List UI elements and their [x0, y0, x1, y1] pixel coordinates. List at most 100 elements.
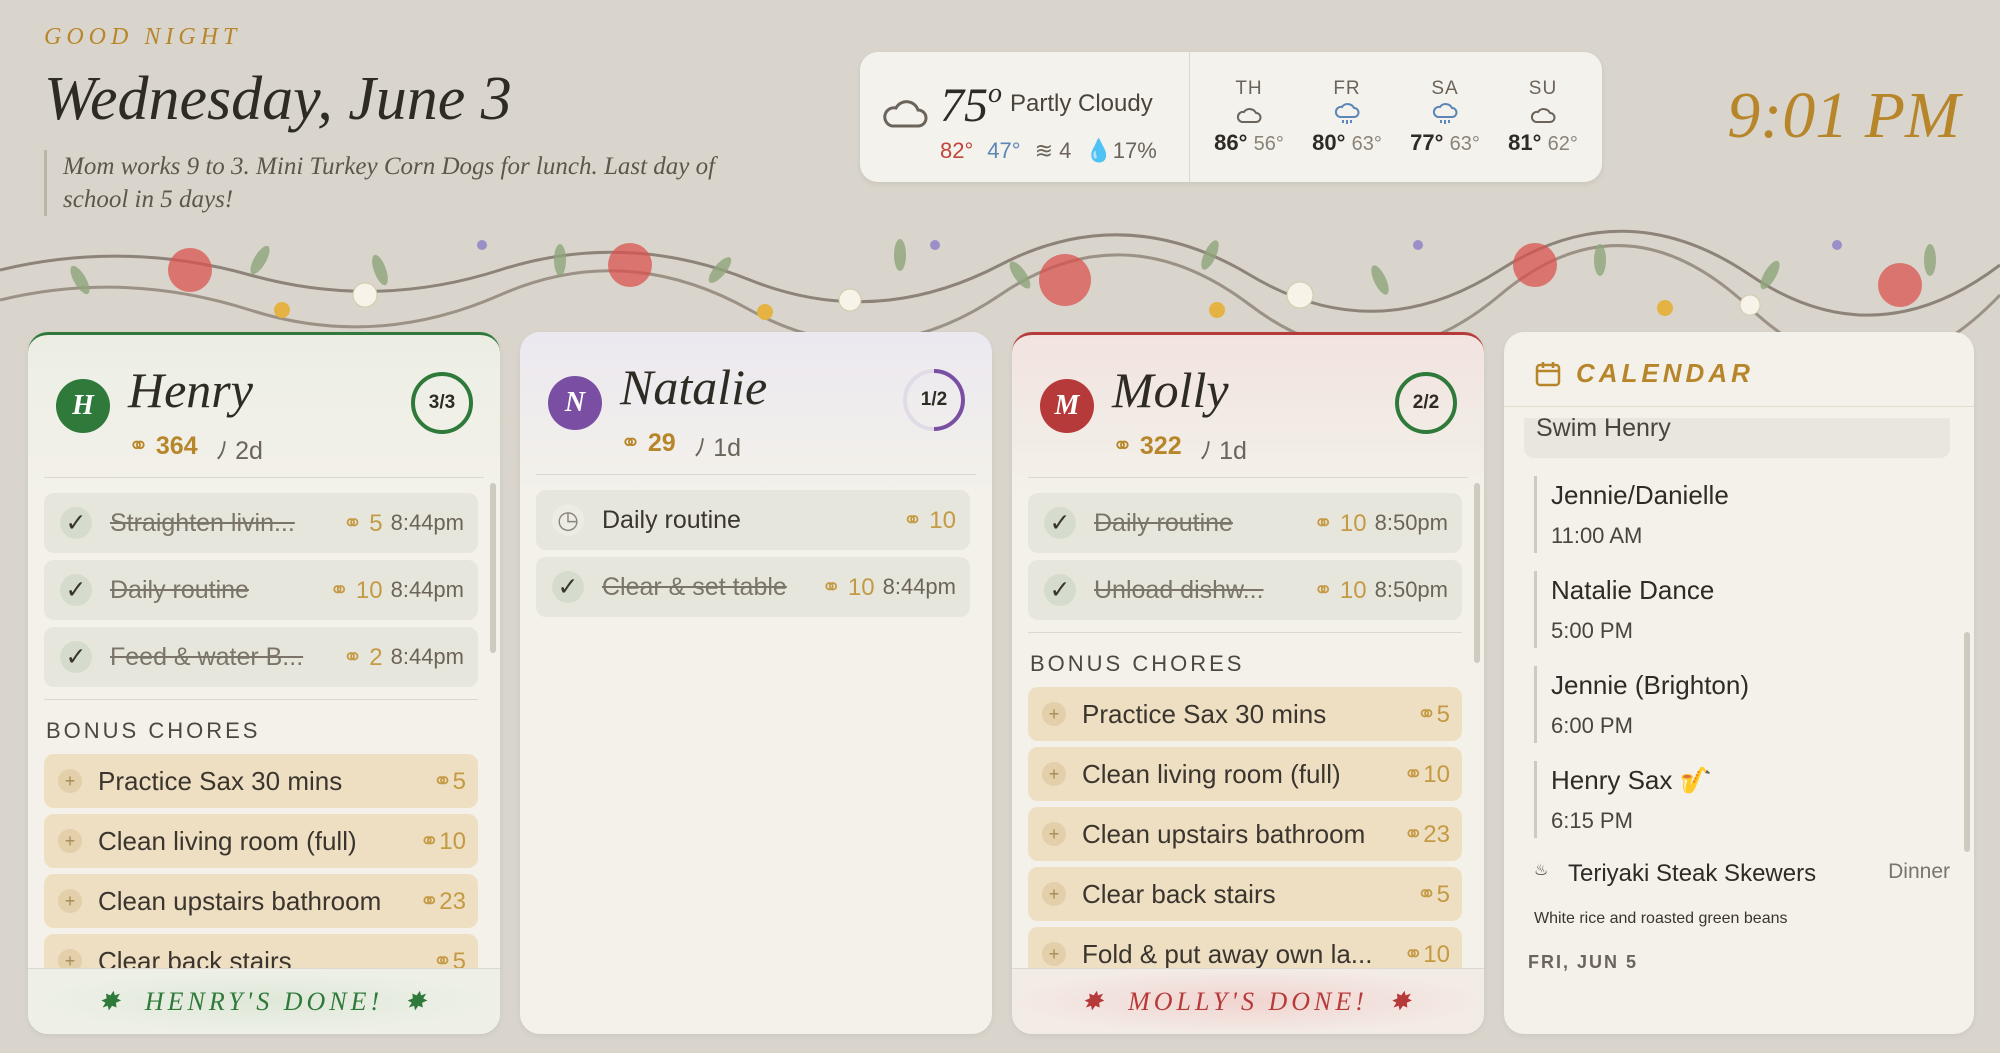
clock: 9:01 PM — [1727, 79, 1960, 152]
rain-cloud-icon — [1432, 103, 1458, 124]
chore-item[interactable]: ✓ Daily routine ⚭ 10 8:44pm — [44, 560, 478, 620]
coins-icon: ⚭ — [1313, 509, 1334, 537]
calendar-event[interactable]: Swim Henry — [1524, 418, 1950, 458]
progress-ring: 2/2 — [1394, 371, 1458, 435]
bonus-chore[interactable]: + Clean living room (full) ⚭10 — [44, 814, 478, 868]
coins-icon: ⚭ — [1403, 760, 1424, 788]
plus-icon[interactable]: + — [1042, 702, 1066, 726]
bonus-chore[interactable]: + Practice Sax 30 mins ⚭5 — [1028, 687, 1462, 741]
star-icon: ✸ — [404, 986, 430, 1016]
drop-icon: 💧 — [1085, 138, 1113, 163]
low-temp: 47° — [987, 138, 1021, 163]
coins-icon: ⚭ — [821, 573, 842, 601]
chore-item[interactable]: ✓ Unload dishw... ⚭ 10 8:50pm — [1028, 560, 1462, 620]
kid-name: Henry — [128, 362, 253, 418]
coins-icon: ⚭ — [1403, 940, 1424, 968]
bonus-chore[interactable]: + Clean living room (full) ⚭10 — [1028, 747, 1462, 801]
scrollbar[interactable] — [490, 483, 496, 653]
streak-icon: ﾉ — [1199, 437, 1213, 465]
precip: 💧17% — [1085, 138, 1157, 163]
bonus-chore[interactable]: + Clean upstairs bathroom ⚭23 — [1028, 807, 1462, 861]
kid-card-henry[interactable]: H Henry ⚭ 364 ﾉ 2d 3/3 ✓ Straighten livin… — [28, 332, 500, 1034]
wind: ≋ 4 — [1034, 138, 1072, 163]
chore-item[interactable]: ✓ Straighten livin... ⚭ 5 8:44pm — [44, 493, 478, 553]
bonus-chore[interactable]: + Practice Sax 30 mins ⚭5 — [44, 754, 478, 808]
avatar: M — [1040, 379, 1094, 433]
check-icon[interactable]: ✓ — [552, 571, 584, 603]
page-title: Wednesday, June 3 — [44, 65, 512, 133]
plus-icon[interactable]: + — [58, 769, 82, 793]
coins-icon: ⚭ — [1416, 880, 1437, 908]
plus-icon[interactable]: + — [1042, 762, 1066, 786]
star-icon: ✸ — [1388, 986, 1415, 1016]
check-icon[interactable]: ✓ — [60, 507, 92, 539]
cloud-icon — [1236, 108, 1262, 123]
clock-icon[interactable]: ◷ — [552, 504, 584, 536]
forecast-day: SU 81° 62° — [1508, 78, 1578, 155]
coins-icon: ⚭ — [342, 643, 363, 671]
calendar-event[interactable]: Natalie Dance 5:00 PM — [1534, 571, 1950, 648]
chore-item[interactable]: ✓ Clear & set table ⚭ 10 8:44pm — [536, 557, 970, 617]
rain-cloud-icon — [1334, 103, 1360, 124]
check-icon[interactable]: ✓ — [1044, 507, 1076, 539]
forecast-day: TH 86° 56° — [1214, 78, 1284, 155]
floral-vine-decoration — [0, 229, 2000, 340]
bonus-chore[interactable]: + Clean upstairs bathroom ⚭23 — [44, 874, 478, 928]
chore-item[interactable]: ✓ Daily routine ⚭ 10 8:50pm — [1028, 493, 1462, 553]
done-banner: ✸ HENRY'S DONE! ✸ — [28, 968, 500, 1034]
scrollbar[interactable] — [1964, 632, 1970, 852]
forecast-day: SA 77° 63° — [1410, 78, 1480, 155]
calendar-event[interactable]: Jennie/Danielle 11:00 AM — [1534, 476, 1950, 553]
high-temp: 82° — [940, 138, 974, 163]
coins-icon: ⚭ — [1313, 576, 1334, 604]
coins-icon: ⚭ — [419, 827, 440, 855]
meal-item[interactable]: ♨ Teriyaki Steak Skewers Dinner White rice… — [1524, 860, 1950, 928]
forecast: TH 86° 56° FR 80° 63° SA 77° 63° SU 81° … — [1190, 52, 1602, 182]
plus-icon[interactable]: + — [58, 889, 82, 913]
weather-widget[interactable]: 75o Partly Cloudy 82° 47° ≋ 4 💧17% TH 86… — [860, 52, 1602, 182]
calendar-event[interactable]: Henry Sax 🎷 6:15 PM — [1534, 761, 1950, 838]
streak-icon: ﾉ — [693, 434, 707, 462]
coins-icon: ⚭ — [419, 887, 440, 915]
calendar-header: CALENDAR — [1534, 358, 1754, 389]
bonus-chores-header: BONUS CHORES — [1030, 651, 1245, 676]
forecast-day: FR 80° 63° — [1312, 78, 1382, 155]
kid-name: Natalie — [620, 359, 768, 415]
plus-icon[interactable]: + — [58, 829, 82, 853]
check-icon[interactable]: ✓ — [60, 641, 92, 673]
check-icon[interactable]: ✓ — [1044, 574, 1076, 606]
streak-icon: ﾉ — [215, 437, 229, 465]
coins-icon: ⚭ — [1403, 820, 1424, 848]
wind-icon: ≋ — [1034, 138, 1053, 163]
kid-name: Molly — [1112, 362, 1229, 418]
kid-stats: ⚭ 364 ﾉ 2d — [128, 432, 263, 465]
current-temp: 75o — [940, 78, 1002, 132]
weather-condition: Partly Cloudy — [1010, 90, 1153, 117]
star-icon: ✸ — [1081, 986, 1108, 1016]
star-icon: ✸ — [98, 986, 124, 1016]
scrollbar[interactable] — [1474, 483, 1480, 663]
chore-list: ◷ Daily routine ⚭ 10 ✓ Clear & set table ⚭ 1… — [536, 490, 970, 624]
coins-icon: ⚭ — [902, 506, 923, 534]
coins-icon: ⚭ — [1112, 432, 1133, 460]
weather-stats: 82° 47° ≋ 4 💧17% — [940, 138, 1157, 164]
calendar-panel[interactable]: CALENDAR Swim Henry Jennie/Danielle 11:00… — [1504, 332, 1974, 1034]
plus-icon[interactable]: + — [1042, 942, 1066, 966]
kid-card-natalie[interactable]: N Natalie ⚭ 29 ﾉ 1d 1/2 ◷ Daily routine ⚭ … — [520, 332, 992, 1034]
chore-item[interactable]: ◷ Daily routine ⚭ 10 — [536, 490, 970, 550]
cloud-icon — [1530, 108, 1556, 123]
bonus-chore[interactable]: + Clear back stairs ⚭5 — [1028, 867, 1462, 921]
calendar-event[interactable]: Jennie (Brighton) 6:00 PM — [1534, 666, 1950, 743]
check-icon[interactable]: ✓ — [60, 574, 92, 606]
plus-icon[interactable]: + — [1042, 882, 1066, 906]
progress-ring: 1/2 — [902, 368, 966, 432]
cloud-icon — [883, 100, 928, 128]
coins-icon: ⚭ — [1416, 700, 1437, 728]
chore-item[interactable]: ✓ Feed & water B... ⚭ 2 8:44pm — [44, 627, 478, 687]
avatar: H — [56, 379, 110, 433]
coins-icon: ⚭ — [432, 767, 453, 795]
chef-hat-icon: ♨ — [1534, 862, 1549, 879]
coins-icon: ⚭ — [620, 429, 641, 457]
plus-icon[interactable]: + — [1042, 822, 1066, 846]
kid-card-molly[interactable]: M Molly ⚭ 322 ﾉ 1d 2/2 ✓ Daily routine ⚭ 1… — [1012, 332, 1484, 1034]
